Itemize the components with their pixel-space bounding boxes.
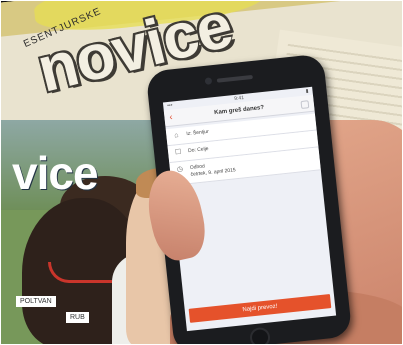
battery-icon: ▮ (305, 88, 309, 95)
departure-field[interactable]: Odhod četrtek, 9. april 2015 (190, 160, 237, 179)
status-time: 9:41 (234, 94, 245, 102)
origin-field[interactable]: Iz: Šentjur (186, 129, 209, 138)
home-icon: ⌂ (173, 132, 179, 140)
page-title: Kam greš danes? (213, 104, 265, 117)
edit-icon[interactable] (300, 100, 310, 110)
destination-icon: ☐ (174, 148, 182, 157)
earpiece-speaker (216, 74, 253, 83)
destination-field[interactable]: Do: Celje (188, 146, 209, 155)
cover-tag: POLTVAN (16, 296, 56, 307)
magazine-masthead-cover: vice (12, 147, 99, 199)
home-button[interactable] (249, 326, 272, 345)
cover-tag-secondary: RUB (66, 312, 89, 323)
find-ride-button[interactable]: Najdi prevoz! (188, 294, 332, 323)
status-carrier: ••• (166, 102, 173, 109)
photo: ESENTJURSKE novice vice POLTVAN RUB ••• … (0, 0, 403, 345)
back-icon[interactable]: ‹ (169, 112, 173, 122)
front-camera (204, 77, 213, 85)
